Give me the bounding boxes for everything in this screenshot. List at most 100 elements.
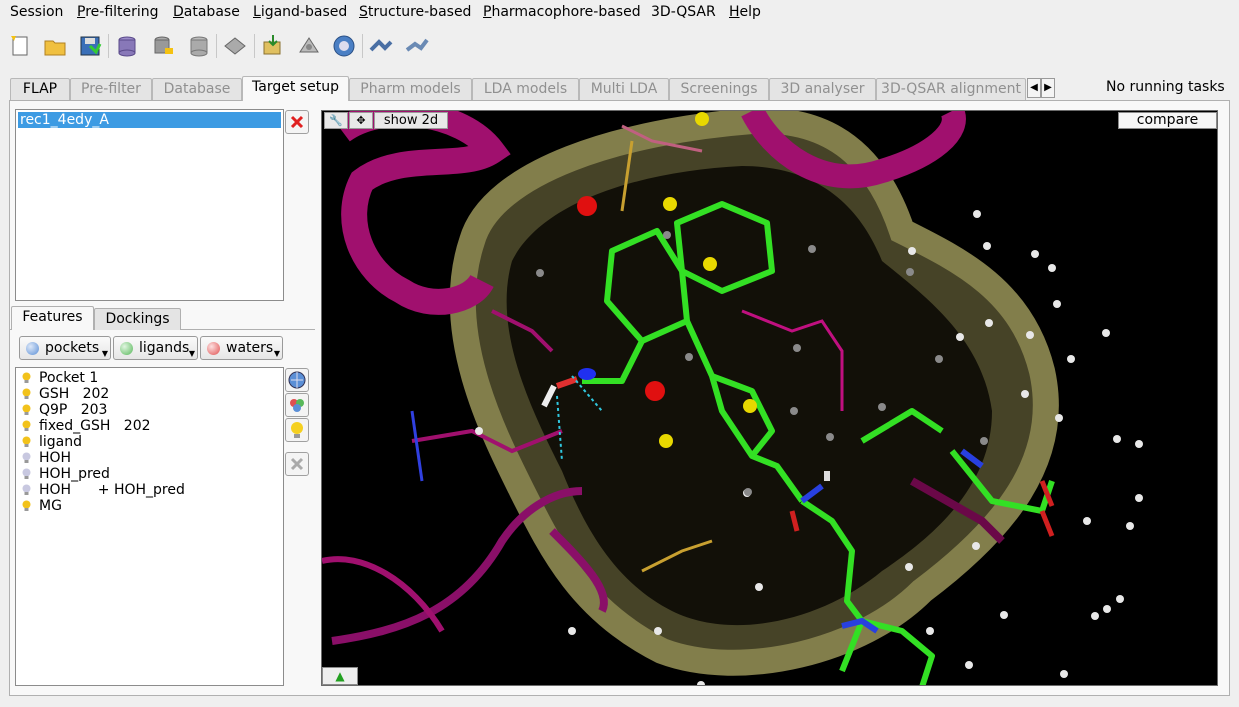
ion-atom — [695, 112, 709, 126]
color-features-button[interactable] — [285, 393, 309, 417]
toolbar-separator — [108, 34, 109, 58]
lightbulb-icon[interactable] — [22, 452, 31, 464]
database-edit-icon[interactable] — [149, 32, 177, 60]
tab-3d-qsar-alignment[interactable]: 3D-QSAR alignment — [876, 78, 1026, 100]
transfer-icon[interactable] — [403, 32, 431, 60]
palette-icon — [290, 399, 304, 412]
nitrogen-atom — [578, 368, 596, 380]
menu-session[interactable]: Session — [10, 4, 63, 20]
tab-lda-models[interactable]: LDA models — [472, 78, 579, 100]
ion-atom — [703, 257, 717, 271]
view-style-button[interactable]: ✥ — [349, 112, 373, 129]
import-icon[interactable] — [259, 32, 287, 60]
lightbulb-icon[interactable] — [22, 420, 31, 432]
settings-tool-button[interactable]: 🔧 — [324, 112, 348, 129]
remove-receptor-button[interactable] — [285, 110, 309, 134]
pharmacophore-icon[interactable] — [221, 32, 249, 60]
pockets-filter-label: pockets — [45, 340, 100, 356]
lightbulb-icon[interactable] — [22, 436, 31, 448]
tab-multi-lda[interactable]: Multi LDA — [579, 78, 669, 100]
tab-database[interactable]: Database — [152, 78, 242, 100]
lightbulb-icon[interactable] — [22, 404, 31, 416]
toggle-visibility-button[interactable] — [285, 418, 309, 442]
tab-dockings[interactable]: Dockings — [94, 308, 181, 330]
protein-sidechain — [322, 556, 445, 633]
pocket-icon — [26, 342, 39, 355]
ion-atom — [659, 434, 673, 448]
database-icon[interactable] — [113, 32, 141, 60]
ion-atom — [663, 197, 677, 211]
dropdown-arrow-icon: ▼ — [273, 349, 280, 358]
center-view-button[interactable] — [285, 368, 309, 392]
menu-bar: Session Pre-filtering Database Ligand-ba… — [0, 0, 1239, 26]
tab-screenings[interactable]: Screenings — [669, 78, 769, 100]
lightbulb-icon[interactable] — [22, 388, 31, 400]
lightbulb-icon[interactable] — [22, 500, 31, 512]
menu-database[interactable]: Database — [173, 4, 240, 20]
style-icon: ✥ — [356, 114, 366, 127]
delete-feature-button[interactable] — [285, 452, 309, 476]
tab-pharm-models[interactable]: Pharm models — [349, 78, 472, 100]
tab-target-setup[interactable]: Target setup — [242, 76, 349, 101]
gauge-icon[interactable] — [330, 32, 358, 60]
status-text: No running tasks — [1106, 79, 1225, 95]
feature-label: Pocket 1 — [39, 370, 99, 386]
tab-pre-filter[interactable]: Pre-filter — [70, 78, 152, 100]
ligands-filter-button[interactable]: ligands ▼ — [113, 336, 198, 360]
feature-label: MG — [39, 498, 62, 514]
open-folder-icon[interactable] — [41, 32, 69, 60]
molecule-shape-icon[interactable] — [295, 32, 323, 60]
menu-structure-based[interactable]: Structure-based — [359, 4, 471, 20]
water-icon — [207, 342, 220, 355]
menu-ligand-based[interactable]: Ligand-based — [253, 4, 347, 20]
ligand-icon — [120, 342, 133, 355]
expand-panel-button[interactable]: ▲ — [322, 667, 358, 685]
receptor-item[interactable]: rec1_4edy_A — [18, 112, 281, 128]
ligands-filter-label: ligands — [139, 340, 190, 356]
molecule-canvas[interactable] — [322, 111, 1218, 686]
new-session-icon[interactable] — [6, 32, 34, 60]
tab-scroll-left-button[interactable]: ◀ — [1027, 78, 1041, 98]
tab-3d-analyser[interactable]: 3D analyser — [769, 78, 876, 100]
feature-label: fixed_GSH 202 — [39, 418, 151, 434]
toolbar-separator — [216, 34, 217, 58]
nitrogen-bond — [410, 410, 424, 482]
tab-features[interactable]: Features — [11, 306, 94, 330]
water-molecule — [645, 381, 665, 401]
toolbar-separator — [362, 34, 363, 58]
feature-label: HOH — [39, 450, 72, 466]
show-2d-button[interactable]: show 2d — [374, 112, 448, 129]
lightbulb-icon[interactable] — [22, 468, 31, 480]
tab-flap[interactable]: FLAP — [10, 78, 70, 100]
align-icon[interactable] — [367, 32, 395, 60]
toolbar-separator — [254, 34, 255, 58]
receptor-list[interactable]: rec1_4edy_A — [15, 109, 284, 301]
tab-scroll-right-button[interactable]: ▶ — [1041, 78, 1055, 98]
feature-label: HOH + HOH_pred — [39, 482, 185, 498]
globe-icon — [288, 371, 306, 389]
molecule-viewer[interactable]: 🔧 ✥ show 2d compare ▲ — [321, 110, 1218, 686]
lightbulb-icon — [291, 422, 303, 438]
menu-pharmacophore-based[interactable]: Pharmacophore-based — [483, 4, 641, 20]
menu-help[interactable]: Help — [729, 4, 761, 20]
feature-label: Q9P 203 — [39, 402, 108, 418]
close-icon — [290, 115, 304, 129]
dropdown-arrow-icon: ▼ — [101, 349, 108, 358]
database-export-icon[interactable] — [185, 32, 213, 60]
tab-bar: FLAP Pre-filter Database Target setup Ph… — [10, 76, 1060, 101]
menu-3d-qsar[interactable]: 3D-QSAR — [651, 4, 716, 20]
pockets-filter-button[interactable]: pockets ▼ — [19, 336, 111, 360]
chevron-up-icon: ▲ — [335, 669, 345, 683]
lightbulb-icon[interactable] — [22, 484, 31, 496]
waters-filter-label: waters — [226, 340, 274, 356]
toolbar — [0, 28, 1239, 64]
save-icon[interactable] — [76, 32, 104, 60]
feature-label: HOH_pred — [39, 466, 110, 482]
feature-label: ligand — [39, 434, 83, 450]
feature-list[interactable]: Pocket 1 GSH 202 Q9P 203 fixed_GSH 202 l… — [15, 367, 284, 686]
menu-pre-filtering[interactable]: Pre-filtering — [77, 4, 159, 20]
lightbulb-icon[interactable] — [22, 372, 31, 384]
water-molecule — [577, 196, 597, 216]
compare-button[interactable]: compare — [1118, 112, 1217, 129]
waters-filter-button[interactable]: waters ▼ — [200, 336, 283, 360]
